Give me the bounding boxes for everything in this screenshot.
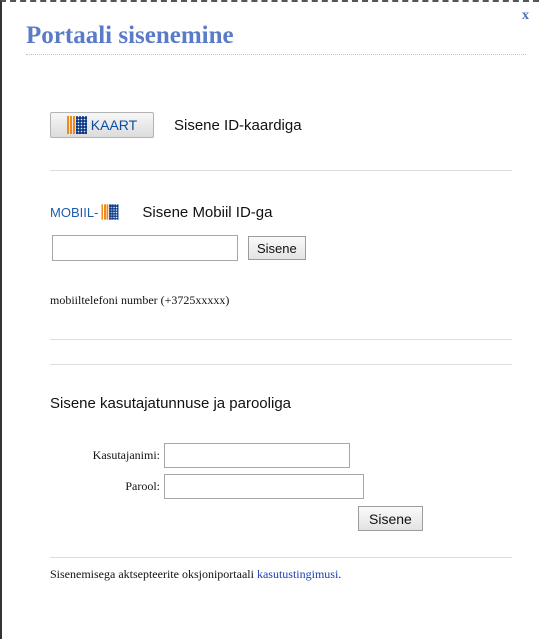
mobiil-id-chip-icon bbox=[101, 204, 119, 220]
terms-trailing: . bbox=[338, 567, 342, 581]
login-modal: x Portaali sisenemine KAART Sisene ID-ka… bbox=[0, 0, 539, 639]
mobile-id-form: Sisene bbox=[52, 235, 306, 261]
password-submit-row: Sisene bbox=[358, 506, 423, 531]
modal-title: Portaali sisenemine bbox=[26, 22, 526, 55]
password-input[interactable] bbox=[164, 474, 364, 499]
id-card-chip-icon bbox=[66, 116, 87, 134]
id-card-row: KAART Sisene ID-kaardiga bbox=[50, 112, 302, 138]
id-card-button[interactable]: KAART bbox=[50, 112, 154, 138]
password-row: Parool: bbox=[50, 474, 364, 499]
mobile-id-row: MOBIIL- Sisene Mobiil ID-ga bbox=[50, 203, 272, 221]
mobiil-id-logo: MOBIIL- bbox=[50, 203, 120, 221]
password-login-heading: Sisene kasutajatunnuse ja parooliga bbox=[50, 395, 292, 412]
username-row: Kasutajanimi: bbox=[50, 443, 350, 468]
divider bbox=[50, 364, 512, 365]
password-submit-button[interactable]: Sisene bbox=[358, 506, 423, 531]
id-card-label[interactable]: Sisene ID-kaardiga bbox=[174, 117, 302, 134]
divider bbox=[50, 557, 512, 558]
terms-notice: Sisenemisega aktsepteerite oksjoniportaa… bbox=[50, 567, 341, 582]
divider bbox=[50, 170, 512, 171]
id-card-badge-text: KAART bbox=[90, 117, 138, 133]
terms-link[interactable]: kasutustingimusi bbox=[257, 567, 338, 582]
username-label: Kasutajanimi: bbox=[92, 448, 160, 462]
mobiil-logo-text: MOBIIL- bbox=[50, 204, 99, 220]
terms-text: Sisenemisega aktsepteerite oksjoniportaa… bbox=[50, 567, 254, 581]
phone-hint: mobiiltelefoni number (+3725xxxxx) bbox=[50, 293, 230, 307]
password-label[interactable]: Parool: bbox=[50, 479, 160, 494]
divider bbox=[50, 339, 512, 340]
mobile-id-submit-button[interactable]: Sisene bbox=[248, 236, 306, 260]
mobile-id-label: Sisene Mobiil ID-ga bbox=[142, 203, 273, 221]
phone-number-input[interactable] bbox=[52, 235, 238, 261]
username-input[interactable] bbox=[164, 443, 350, 468]
